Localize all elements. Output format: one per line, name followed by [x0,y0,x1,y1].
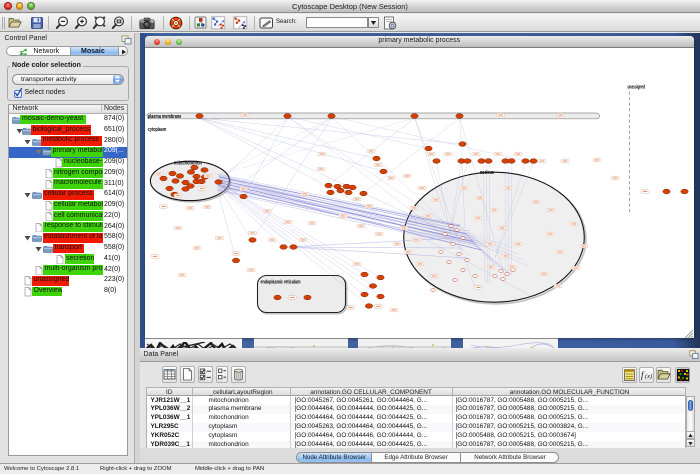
svg-text:plasma membrane: plasma membrane [147,113,181,119]
svg-text:unassigned: unassigned [627,84,645,90]
svg-text:(x): (x) [645,373,652,380]
svg-text:cytoplasm: cytoplasm [147,127,166,133]
svg-text:nucleus: nucleus [479,169,493,175]
svg-text:mitochondrion: mitochondrion [174,160,202,166]
svg-text:endoplasmic reticulum: endoplasmic reticulum [260,279,300,285]
